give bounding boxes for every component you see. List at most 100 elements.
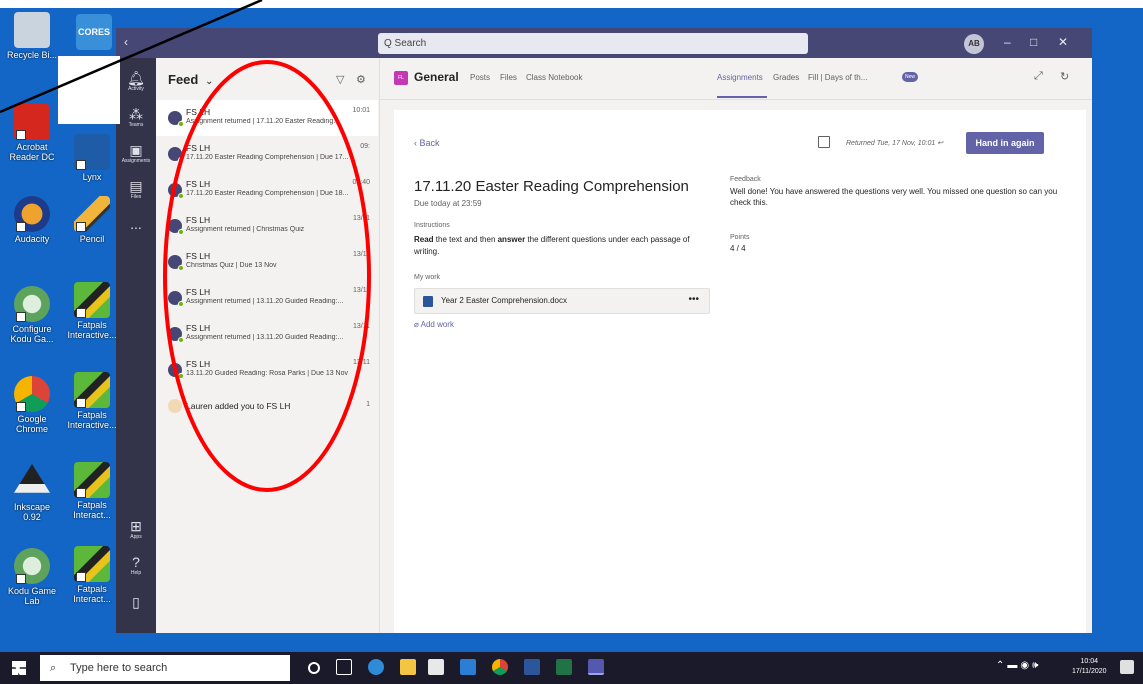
filter-icon[interactable]: ▽: [336, 73, 344, 86]
feed-item-subtitle: Assignment returned | 13.11.20 Guided Re…: [186, 334, 344, 341]
feed-item[interactable]: FS LH 13/11 Assignment returned | 13.11.20…: [156, 316, 378, 352]
search-input[interactable]: Q Search: [378, 33, 808, 54]
hand-in-again-button[interactable]: Hand in again: [966, 132, 1044, 154]
tab-posts[interactable]: Posts: [470, 73, 490, 82]
store-icon[interactable]: [428, 659, 444, 675]
system-tray-icons[interactable]: ⌃▬◉🕪: [996, 660, 1041, 671]
back-arrow-icon[interactable]: ‹: [124, 35, 128, 49]
desktop-icon-inkscape[interactable]: Inkscape 0.92: [4, 464, 60, 522]
refresh-icon[interactable]: ↻: [1060, 70, 1069, 83]
back-link[interactable]: ‹ Back: [414, 138, 440, 148]
desktop-icon-fatpals-1[interactable]: Fatpals Interactive...: [64, 282, 120, 340]
desktop-icon-acrobat[interactable]: Acrobat Reader DC: [4, 104, 60, 162]
feed-item-time: 13/11: [353, 359, 370, 366]
task-view-icon[interactable]: [336, 659, 352, 675]
feed-item-subtitle: 13.11.20 Guided Reading: Rosa Parks | Du…: [186, 370, 349, 377]
desktop-icon-cores[interactable]: CORES: [66, 14, 122, 50]
chevron-down-icon[interactable]: ⌄: [205, 76, 213, 87]
active-tab-indicator: [717, 96, 767, 98]
rail-item-label: Help: [130, 570, 142, 576]
add-work-link[interactable]: ⌀ Add work: [414, 320, 454, 329]
clock-time: 10:04: [1080, 658, 1099, 665]
feed-item[interactable]: FS LH 13/11 Assignment returned | 13.11.20…: [156, 280, 378, 316]
mail-icon[interactable]: [460, 659, 476, 675]
feed-item-title: FS LH: [186, 215, 211, 225]
file-explorer-icon[interactable]: [400, 659, 416, 675]
points-value: 4 / 4: [730, 244, 746, 253]
gear-icon[interactable]: ⚙: [356, 73, 366, 86]
instructions-label: Instructions: [414, 222, 450, 229]
clock[interactable]: 10:04 17/11/2020: [1072, 657, 1107, 677]
attached-file[interactable]: Year 2 Easter Comprehension.docx •••: [414, 288, 710, 314]
minimize-button[interactable]: –: [1004, 35, 1011, 49]
feed-item[interactable]: FS LH 09: 17.11.20 Easter Reading Comprehe…: [156, 136, 378, 172]
presence-dot: [178, 301, 184, 307]
feed-title[interactable]: Feed ⌄: [168, 72, 213, 87]
desktop-icon-google-chrome[interactable]: Google Chrome: [4, 376, 60, 434]
rail-item-help[interactable]: ? Help: [116, 554, 156, 576]
rail-item-label: Activity: [128, 86, 144, 92]
desktop-icon-fatpals-3[interactable]: Fatpals Interact...: [64, 462, 120, 520]
returned-text: Returned Tue, 17 Nov, 10:01: [846, 140, 936, 147]
word-icon[interactable]: [524, 659, 540, 675]
feed-item[interactable]: FS LH 10:01 Assignment returned | 17.11.20…: [156, 100, 378, 136]
desktop-icon-lynx[interactable]: Lynx: [64, 134, 120, 182]
rail-item-label: Assignments: [121, 158, 151, 164]
presence-dot: [178, 265, 184, 271]
feedback-label: Feedback: [730, 176, 761, 183]
edge-icon[interactable]: [368, 659, 384, 675]
due-date: Due today at 23:59: [414, 199, 482, 208]
rail-item-more[interactable]: ...: [116, 216, 156, 232]
close-button[interactable]: ✕: [1058, 35, 1068, 49]
tab-assignments[interactable]: Assignments: [717, 73, 763, 82]
notifications-icon[interactable]: [1120, 660, 1134, 674]
taskbar: ⌕ Type here to search ⌃▬◉🕪 10:04 17/11/2…: [0, 652, 1143, 684]
tab-fill-days[interactable]: Fill | Days of th...: [808, 73, 867, 82]
desktop-icon-configure-kodu[interactable]: Configure Kodu Ga...: [4, 286, 60, 344]
feed-item-title: FS LH: [186, 323, 211, 333]
feed-item[interactable]: FS LH 13/11 13.11.20 Guided Reading: Rosa …: [156, 352, 378, 388]
presence-dot: [178, 373, 184, 379]
feed-item-title: FS LH: [186, 287, 211, 297]
rail-item-apps[interactable]: ⊞ Apps: [116, 518, 156, 540]
desktop-icon-fatpals-4[interactable]: Fatpals Interact...: [64, 546, 120, 604]
project-icon[interactable]: [556, 659, 572, 675]
tab-class-notebook[interactable]: Class Notebook: [526, 73, 582, 82]
tab-files[interactable]: Files: [500, 73, 517, 82]
desktop-icon-pencil[interactable]: Pencil: [64, 196, 120, 244]
rail-item-files[interactable]: ▤ Files: [116, 178, 156, 200]
desktop-icon-recycle-bin[interactable]: Recycle Bi...: [4, 12, 60, 60]
cortana-icon[interactable]: [308, 662, 320, 674]
feed-item[interactable]: FS LH 09:40 17.11.20 Easter Reading Compre…: [156, 172, 378, 208]
more-options-icon[interactable]: •••: [688, 294, 699, 305]
rail-item-device[interactable]: ▯: [116, 594, 156, 610]
avatar[interactable]: AB: [964, 34, 984, 54]
windows-start-icon[interactable]: [12, 661, 26, 675]
desktop-icon-fatpals-2[interactable]: Fatpals Interactive...: [64, 372, 120, 430]
desktop-icon-kodu-game-lab[interactable]: Kodu Game Lab: [4, 548, 60, 606]
taskbar-search[interactable]: ⌕ Type here to search: [40, 655, 290, 681]
rail-item-teams[interactable]: ⁂ Teams: [116, 106, 156, 128]
feed-item-title: Lauren added you to FS LH: [186, 401, 291, 411]
feed-item-time: 09:40: [352, 179, 370, 186]
pencil-icon: [74, 196, 110, 232]
desktop-icon-audacity[interactable]: Audacity: [4, 196, 60, 244]
feed-item-subtitle: 17.11.20 Easter Reading Comprehension | …: [186, 154, 349, 161]
toucan-icon: [74, 282, 110, 318]
kodu-icon: [14, 286, 50, 322]
tab-grades[interactable]: Grades: [773, 73, 799, 82]
feed-item-time: 09:: [360, 143, 370, 150]
feed-pane: Feed ⌄ ▽ ⚙ FS LH 10:01 Assignment returned…: [156, 58, 380, 633]
teams-taskbar-icon[interactable]: [588, 659, 604, 675]
expand-icon[interactable]: ⤢: [1034, 70, 1043, 83]
feed-item-time: 13/11: [353, 323, 370, 330]
chrome-icon[interactable]: [492, 659, 508, 675]
feed-item[interactable]: FS LH 13/11 Christmas Quiz | Due 13 Nov: [156, 244, 378, 280]
feed-item-subtitle: 17.11.20 Easter Reading Comprehension | …: [186, 190, 349, 197]
rail-item-assignments[interactable]: ▣ Assignments: [116, 142, 156, 164]
feed-item[interactable]: Lauren added you to FS LH 1: [156, 388, 378, 424]
shortcut-arrow-icon: [16, 402, 26, 412]
feed-item[interactable]: FS LH 13/11 Assignment returned | Christma…: [156, 208, 378, 244]
maximize-button[interactable]: □: [1030, 35, 1037, 49]
rail-item-activity[interactable]: 🔔︎ Activity: [116, 70, 156, 92]
